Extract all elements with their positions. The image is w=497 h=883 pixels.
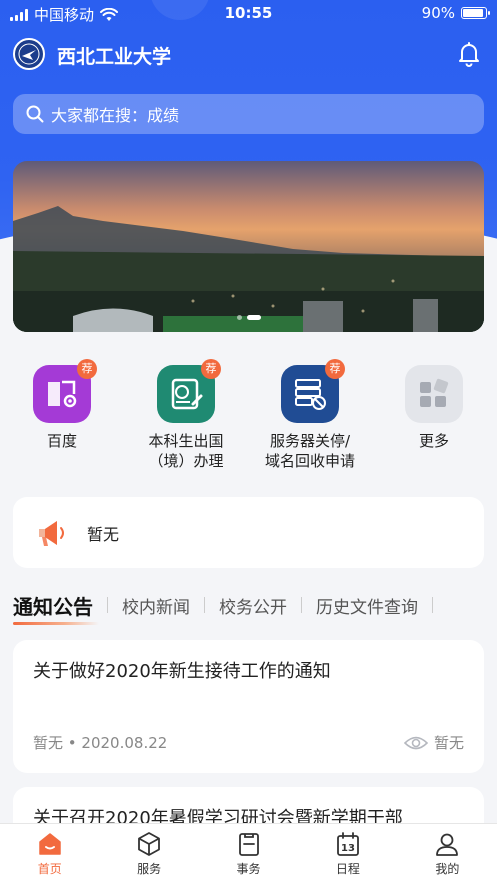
banner-carousel[interactable]	[13, 161, 484, 332]
megaphone-icon	[39, 520, 64, 546]
service-more[interactable]: 更多	[372, 360, 496, 451]
article-card[interactable]: 关于做好2020年新生接待工作的通知 暂无 • 2020.08.22 暂无	[13, 640, 484, 773]
tab-label: 事务	[236, 862, 261, 876]
service-label: 百度	[46, 432, 77, 450]
bottom-tab-bar: 首页 服务 事务 13 日程 我的	[0, 823, 497, 883]
article-views: 暂无	[403, 732, 464, 753]
recommend-badge: 荐	[77, 359, 97, 379]
passport-edit-icon: 荐	[157, 359, 221, 423]
service-label: 服务器关停/ 域名回收申请	[264, 432, 355, 470]
service-label: 更多	[418, 432, 449, 450]
article-meta: 暂无 • 2020.08.22	[33, 732, 167, 753]
status-bar: 中国移动 10:55 90%	[0, 0, 497, 26]
calendar-day: 13	[341, 843, 355, 854]
tab-affairs[interactable]: 事务	[199, 824, 298, 883]
quick-services: 荐 百度 荐 本科生出国 （境）办理 荐 服务器关停/ 域名回收申请 更多	[0, 359, 497, 480]
article-title: 关于做好2020年新生接待工作的通知	[33, 661, 331, 682]
app-title: 西北工业大学	[57, 46, 172, 68]
battery-percent: 90%	[421, 4, 455, 22]
tab-mine[interactable]: 我的	[398, 824, 497, 883]
carousel-dots	[13, 315, 484, 320]
tab-divider	[301, 597, 302, 613]
home-icon	[38, 833, 61, 855]
search-icon	[26, 105, 44, 123]
tab-affairs-public[interactable]: 校务公开	[219, 593, 287, 618]
title-bar: 西北工业大学	[0, 32, 497, 76]
university-seal-icon	[13, 38, 45, 70]
search-input[interactable]: 大家都在搜：成绩	[13, 94, 484, 134]
search-placeholder: 大家都在搜：成绩	[51, 106, 180, 125]
notice-text: 暂无	[87, 524, 120, 544]
tab-campus-news[interactable]: 校内新闻	[122, 593, 190, 618]
tab-home[interactable]: 首页	[0, 824, 99, 883]
clipboard-icon	[238, 833, 259, 856]
tab-label: 我的	[435, 862, 460, 876]
tab-history-docs[interactable]: 历史文件查询	[316, 593, 418, 618]
service-study-abroad[interactable]: 荐 本科生出国 （境）办理	[124, 359, 248, 471]
calendar-icon: 13	[337, 832, 359, 856]
status-right: 90%	[421, 4, 490, 22]
service-server-shutdown[interactable]: 荐 服务器关停/ 域名回收申请	[248, 359, 372, 471]
tab-notices[interactable]: 通知公告	[13, 591, 93, 620]
user-icon	[436, 833, 459, 856]
eye-icon	[403, 736, 428, 749]
battery-icon	[461, 7, 490, 19]
tab-divider	[107, 597, 108, 613]
news-tabs: 通知公告 校内新闻 校务公开 历史文件查询	[13, 583, 497, 627]
service-label: 本科生出国 （境）办理	[148, 432, 224, 470]
server-stop-icon: 荐	[281, 359, 345, 423]
meta-separator: •	[67, 734, 82, 752]
notice-bar[interactable]: 暂无	[13, 497, 484, 568]
tab-label: 日程	[335, 862, 360, 876]
tab-label: 首页	[37, 862, 62, 876]
recommend-badge: 荐	[201, 359, 221, 379]
carousel-dot[interactable]	[236, 315, 242, 320]
carousel-dot[interactable]	[246, 315, 261, 320]
bell-icon[interactable]	[455, 40, 483, 68]
tab-schedule[interactable]: 13 日程	[298, 824, 397, 883]
tab-divider	[204, 597, 205, 613]
book-settings-icon: 荐	[33, 359, 97, 423]
tab-divider	[432, 597, 433, 613]
view-count: 暂无	[433, 734, 464, 752]
tab-label: 服务	[137, 862, 162, 876]
recommend-badge: 荐	[325, 359, 345, 379]
battery-fill	[463, 9, 483, 17]
article-author: 暂无	[33, 734, 64, 752]
tab-services[interactable]: 服务	[99, 824, 198, 883]
banner-image	[13, 206, 484, 332]
service-baidu[interactable]: 荐 百度	[0, 359, 124, 451]
active-tab-indicator	[13, 622, 99, 625]
article-date: 2020.08.22	[81, 734, 168, 752]
grid-more-icon	[405, 365, 463, 423]
cube-icon	[138, 832, 161, 856]
